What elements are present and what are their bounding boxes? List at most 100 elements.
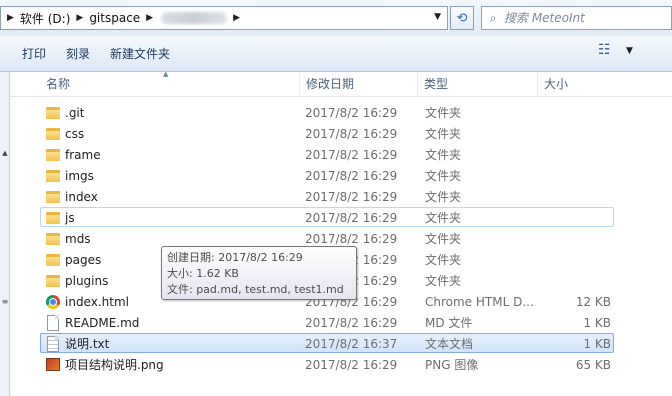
png-image-icon (46, 358, 60, 371)
file-type: 文件夹 (425, 169, 462, 183)
file-row[interactable]: .git 2017/8/2 16:29 文件夹 (40, 102, 614, 122)
help-button[interactable] (656, 41, 672, 61)
new-folder-button[interactable]: 新建文件夹 (100, 42, 180, 66)
file-size (537, 271, 611, 291)
tooltip-files: 文件: pad.md, test.md, test1.md (167, 283, 344, 296)
file-size: 65 KB (575, 358, 611, 372)
file-name: js (65, 211, 75, 225)
file-name: pages (65, 253, 102, 267)
file-size (537, 187, 611, 207)
breadcrumb-drive[interactable]: 软件 (D:) (20, 10, 70, 27)
folder-icon (46, 254, 60, 266)
file-size (537, 124, 611, 144)
file-row[interactable]: README.md 2017/8/2 16:29 MD 文件 1 KB (40, 312, 614, 332)
file-type: PNG 图像 (425, 358, 479, 372)
change-view-icon[interactable]: ☷ (598, 42, 611, 58)
breadcrumb-chevron-icon[interactable]: ▶ (140, 13, 159, 23)
file-type: MD 文件 (425, 316, 473, 330)
folder-icon (46, 170, 60, 182)
column-type[interactable]: 类型 (418, 72, 538, 97)
navigation-pane-edge[interactable]: ▲ ≡ (0, 72, 10, 396)
folder-info-tooltip: 创建日期: 2017/8/2 16:29 大小: 1.62 KB 文件: pad… (161, 246, 357, 300)
breadcrumb-gitspace[interactable]: gitspace (89, 11, 140, 25)
search-box[interactable]: ⌕ (481, 6, 672, 30)
file-size (537, 145, 611, 165)
folder-icon (46, 149, 60, 161)
print-button[interactable]: 打印 (12, 42, 56, 66)
column-header: ▲ 名称 修改日期 类型 大小 (10, 70, 672, 97)
file-type: 文件夹 (425, 274, 462, 288)
tooltip-created-date: 创建日期: 2017/8/2 16:29 (167, 251, 303, 264)
folder-icon (46, 107, 60, 119)
file-type: 文件夹 (425, 232, 462, 246)
file-name: README.md (65, 316, 140, 330)
folder-icon (46, 275, 60, 287)
search-input[interactable] (504, 11, 664, 25)
search-icon: ⌕ (489, 10, 497, 25)
file-type: 文本文档 (425, 337, 474, 351)
pane-resize-grip-icon[interactable]: ≡ (0, 297, 10, 306)
file-date: 2017/8/2 16:29 (305, 127, 398, 141)
file-name: css (65, 127, 85, 141)
file-row-hovered[interactable]: js 2017/8/2 16:29 文件夹 (40, 207, 614, 227)
scroll-up-arrow-icon[interactable]: ▲ (0, 149, 10, 157)
view-options-dropdown-icon[interactable]: ▼ (626, 46, 633, 56)
file-date: 2017/8/2 16:37 (305, 337, 398, 351)
file-date: 2017/8/2 16:29 (305, 358, 398, 372)
file-type: 文件夹 (425, 211, 462, 225)
file-date: 2017/8/2 16:29 (305, 316, 398, 330)
column-name[interactable]: 名称 (40, 72, 300, 97)
breadcrumb-chevron-icon[interactable]: ▶ (70, 13, 89, 23)
file-size (537, 166, 611, 186)
folder-icon (46, 212, 60, 224)
folder-icon (46, 128, 60, 140)
file-name: plugins (65, 274, 109, 288)
file-size: 1 KB (583, 337, 611, 351)
file-size: 12 KB (575, 295, 611, 309)
file-date: 2017/8/2 16:29 (305, 169, 398, 183)
file-size (537, 208, 611, 228)
file-row-selected[interactable]: 说明.txt 2017/8/2 16:37 文本文档 1 KB (40, 333, 614, 353)
file-type: 文件夹 (425, 106, 462, 120)
file-row[interactable]: frame 2017/8/2 16:29 文件夹 (40, 144, 614, 164)
file-name: .git (65, 106, 85, 120)
refresh-icon: ⟲ (456, 10, 468, 26)
file-size: 1 KB (583, 316, 611, 330)
md-file-icon (47, 315, 59, 331)
column-size[interactable]: 大小 (538, 72, 672, 97)
file-row[interactable]: imgs 2017/8/2 16:29 文件夹 (40, 165, 614, 185)
file-type: 文件夹 (425, 127, 462, 141)
file-name: index.html (65, 295, 129, 309)
file-date: 2017/8/2 16:29 (305, 106, 398, 120)
file-row[interactable]: index 2017/8/2 16:29 文件夹 (40, 186, 614, 206)
command-toolbar: 打印 刻录 新建文件夹 ☷ ▼ (0, 36, 672, 72)
address-bar-row: ▶ 软件 (D:) ▶ gitspace ▶ ▶ ▼ ⟲ ⌕ (0, 0, 672, 36)
text-file-icon (47, 336, 59, 352)
folder-icon (46, 191, 60, 203)
breadcrumb-chevron-icon[interactable]: ▶ (227, 13, 246, 23)
address-bar[interactable]: ▶ 软件 (D:) ▶ gitspace ▶ ▶ ▼ (0, 6, 448, 30)
file-type: Chrome HTML D... (425, 295, 533, 309)
burn-button[interactable]: 刻录 (56, 42, 100, 66)
file-name: index (65, 190, 98, 204)
refresh-button[interactable]: ⟲ (450, 6, 474, 30)
folder-icon (46, 233, 60, 245)
file-size (537, 229, 611, 249)
file-date: 2017/8/2 16:29 (305, 148, 398, 162)
breadcrumb-redacted-folder[interactable] (161, 12, 228, 24)
file-row[interactable]: mds 2017/8/2 16:29 文件夹 (40, 228, 614, 248)
file-type: 文件夹 (425, 253, 462, 267)
file-name: 说明.txt (65, 337, 110, 351)
file-name: imgs (65, 169, 94, 183)
file-date: 2017/8/2 16:29 (305, 190, 398, 204)
file-type: 文件夹 (425, 190, 462, 204)
address-history-dropdown-icon[interactable]: ▼ (434, 12, 441, 22)
file-size (537, 250, 611, 270)
file-row[interactable]: 项目结构说明.png 2017/8/2 16:29 PNG 图像 65 KB (40, 354, 614, 374)
file-name: 项目结构说明.png (65, 358, 164, 372)
column-date-modified[interactable]: 修改日期 (300, 72, 418, 97)
chrome-html-icon (46, 295, 60, 309)
breadcrumb-chevron-icon[interactable]: ▶ (1, 13, 20, 23)
file-name: mds (65, 232, 91, 246)
file-row[interactable]: css 2017/8/2 16:29 文件夹 (40, 123, 614, 143)
